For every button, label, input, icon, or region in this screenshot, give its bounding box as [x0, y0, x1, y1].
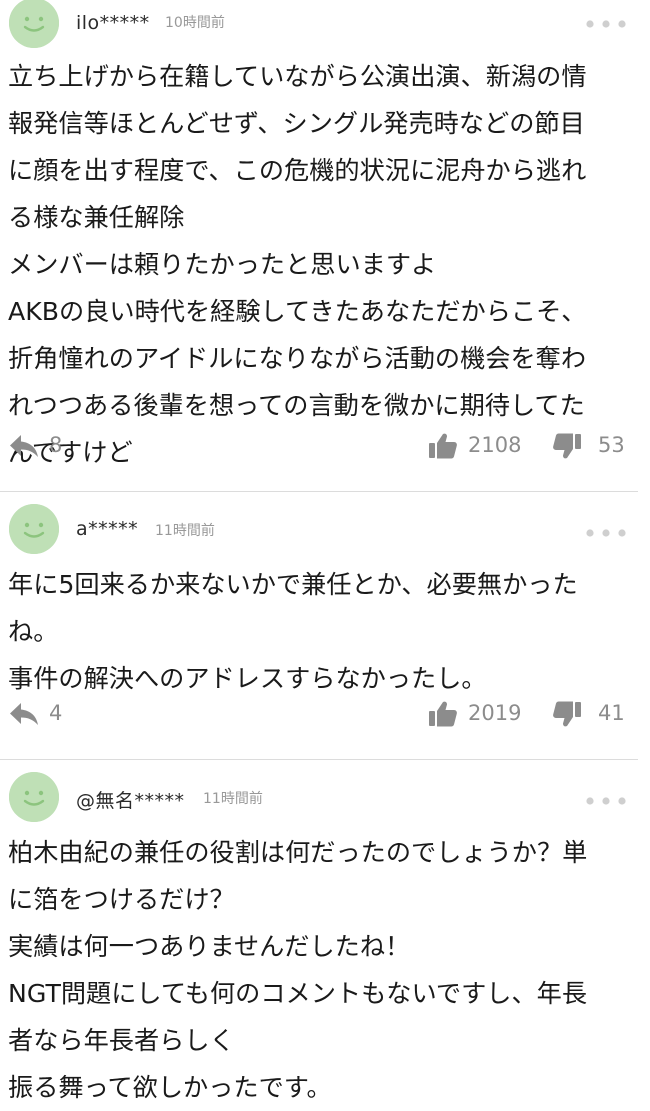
avatar[interactable] — [9, 0, 59, 48]
comment-line: 柏木由紀の兼任の役割は何だったのでしょうか？単 — [8, 838, 588, 867]
like-count: 2019 — [468, 701, 522, 725]
comment-line: 折角憧れのアイドルになりながら活動の機会を奪わ — [8, 344, 587, 373]
dislike-count: 53 — [598, 433, 625, 457]
comment-item: @無名***** 11時間前 柏木由紀の兼任の役割は何だったのでしょうか？単 に… — [0, 760, 650, 1102]
more-button[interactable] — [585, 791, 627, 805]
reply-count: 4 — [49, 701, 63, 725]
comment-author[interactable]: a***** — [76, 518, 138, 540]
comment-line: れつつある後輩を想っての言動を微かに期待してた — [8, 391, 585, 420]
comment-actions: 8 2108 53 — [0, 430, 650, 464]
smiley-avatar-icon — [9, 0, 59, 48]
comment-line: 者なら年長者らしく — [8, 1026, 235, 1055]
more-button[interactable] — [585, 523, 627, 537]
comment-line: ね。 — [8, 617, 59, 646]
comment-line: 実績は何一つありませんだしたね！ — [8, 932, 411, 961]
more-dots-icon — [586, 797, 626, 805]
thumbs-up-icon — [429, 433, 457, 459]
thumbs-down-icon — [553, 701, 581, 727]
comment-body: 年に5回来るか来ないかで兼任とか、必要無かった ね。 事件の解決へのアドレスすら… — [8, 561, 638, 702]
comment-author[interactable]: ilo***** — [76, 12, 150, 34]
more-dots-icon — [586, 529, 626, 537]
more-button[interactable] — [585, 14, 627, 28]
comment-line: NGT問題にしても何のコメントもないですし、年長 — [8, 979, 588, 1008]
comment-line: 報発信等ほとんどせず、シングル発売時などの節目 — [8, 109, 585, 138]
comment-line: メンバーは頼りたかったと思いますよ — [8, 250, 437, 279]
avatar[interactable] — [9, 504, 59, 554]
comment-body: 立ち上げから在籍していながら公演出演、新潟の情 報発信等ほとんどせず、シングル発… — [8, 53, 638, 476]
comment-time: 11時間前 — [203, 791, 263, 807]
comment-item: ilo***** 10時間前 立ち上げから在籍していながら公演出演、新潟の情 報… — [0, 0, 650, 492]
like-count: 2108 — [468, 433, 522, 457]
comment-line: 立ち上げから在籍していながら公演出演、新潟の情 — [8, 62, 587, 91]
smiley-avatar-icon — [9, 772, 59, 822]
comment-line: 振る舞って欲しかったです。 — [8, 1073, 332, 1102]
reply-arrow-icon — [10, 703, 38, 725]
thumbs-down-icon — [553, 433, 581, 459]
comment-time: 10時間前 — [165, 15, 225, 31]
comment-line: に顔を出す程度で、この危機的状況に泥舟から逃れ — [8, 156, 587, 185]
comment-body: 柏木由紀の兼任の役割は何だったのでしょうか？単 に箔をつけるだけ？ 実績は何一つ… — [8, 829, 638, 1111]
comment-author[interactable]: @無名***** — [76, 786, 185, 813]
smiley-avatar-icon — [9, 504, 59, 554]
comment-time: 11時間前 — [155, 523, 215, 539]
comment-line: 年に5回来るか来ないかで兼任とか、必要無かった — [8, 570, 578, 599]
more-dots-icon — [586, 20, 626, 28]
comment-line: 事件の解決へのアドレスすらなかったし。 — [8, 664, 487, 693]
comment-line: る様な兼任解除 — [8, 203, 185, 232]
dislike-count: 41 — [598, 701, 625, 725]
comment-line: AKBの良い時代を経験してきたあなただからこそ、 — [8, 297, 587, 326]
avatar[interactable] — [9, 772, 59, 822]
reply-count: 8 — [49, 433, 63, 457]
thumbs-up-icon — [429, 701, 457, 727]
comment-actions: 4 2019 41 — [0, 698, 650, 732]
reply-arrow-icon — [10, 435, 38, 457]
comment-line: に箔をつけるだけ？ — [8, 885, 235, 914]
comment-item: a***** 11時間前 年に5回来るか来ないかで兼任とか、必要無かった ね。 … — [0, 492, 650, 760]
